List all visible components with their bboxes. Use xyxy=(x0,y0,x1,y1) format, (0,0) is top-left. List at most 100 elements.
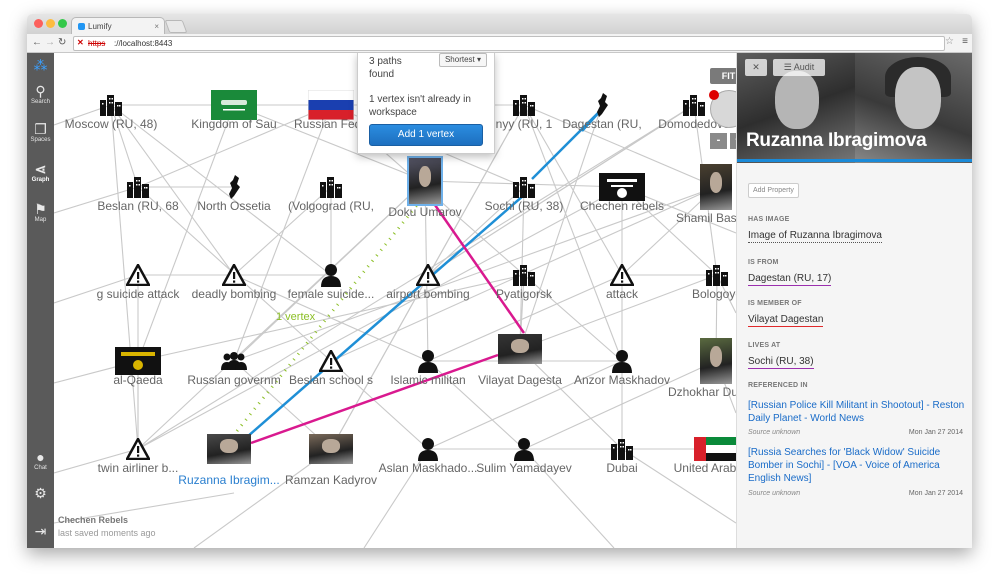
nav-logout[interactable]: ⇥ xyxy=(27,523,54,539)
relation-label: IS FROM xyxy=(748,259,779,266)
lumify-favicon-icon xyxy=(78,23,85,30)
browser-toolbar: ← → ↻ ✕ https ://localhost:8443 ☆ ≡ xyxy=(27,34,972,53)
close-detail-button[interactable]: ✕ xyxy=(745,59,767,76)
graph-node-label: Pyatigorsk xyxy=(495,287,553,301)
audit-button[interactable]: ☰ Audit xyxy=(773,59,825,76)
graph-node-alqaeda[interactable] xyxy=(115,347,161,375)
building-icon xyxy=(683,95,705,116)
nav-spaces[interactable]: ❐ Spaces xyxy=(27,121,54,143)
graph-node-russia[interactable] xyxy=(308,90,354,120)
nav-map[interactable]: ⚑ Map xyxy=(27,201,54,223)
reference-date: Mon Jan 27 2014 xyxy=(908,490,963,497)
graph-node-rusgov[interactable] xyxy=(221,352,247,370)
person-icon xyxy=(321,264,341,287)
reference-link[interactable]: [Russian Police Kill Militant in Shootou… xyxy=(748,399,966,425)
zoom-out-button[interactable]: - xyxy=(710,133,727,149)
graph-node-label: Beslan (RU, 68 xyxy=(97,199,179,213)
reload-icon[interactable]: ↻ xyxy=(58,36,66,50)
portrait-face-icon xyxy=(709,346,723,367)
graph-node-chechenrebels[interactable] xyxy=(599,173,645,201)
graph-node-beslan[interactable] xyxy=(126,175,150,199)
graph-node-sochi[interactable] xyxy=(512,175,536,199)
graph-node-uae[interactable] xyxy=(694,437,736,461)
graph-node-shamil[interactable] xyxy=(700,164,732,210)
list-icon: ☰ xyxy=(783,62,792,72)
lumify-logo-icon[interactable]: ⁂ xyxy=(27,57,54,73)
add-property-button[interactable]: Add Property xyxy=(748,183,799,198)
warning-icon xyxy=(416,264,440,286)
insecure-lock-icon: ✕ xyxy=(77,38,84,47)
add-vertex-button[interactable]: Add 1 vertex xyxy=(369,124,483,146)
graph-node-domodedovo[interactable] xyxy=(682,93,706,117)
reference-source-text: Source unknown xyxy=(748,490,801,497)
graph-node-pyatigorsk[interactable] xyxy=(512,263,536,287)
chat-bubble-icon: ● xyxy=(36,449,45,465)
graph-node-dagestan[interactable] xyxy=(594,92,610,118)
browser-menu-icon[interactable]: ≡ xyxy=(962,36,968,47)
graph-node-dzhokhar[interactable] xyxy=(700,338,732,384)
left-navigation: ⁂ ⚲ Search ❐ Spaces ⋖ Graph ⚑ Map ● Chat ⚙ ⇥ xyxy=(27,53,54,548)
graph-node-aslan[interactable] xyxy=(417,437,439,461)
detail-pane: ✕ ☰ Audit Ruzanna Ibragimova Add Propert… xyxy=(736,53,972,548)
maximize-window-button[interactable] xyxy=(58,19,67,28)
graph-node-label: nyy (RU, 1 xyxy=(495,117,553,131)
graph-node-label: g suicide attack xyxy=(96,287,180,301)
reference-source: Source unknown Mon Jan 27 2014 xyxy=(748,490,963,497)
graph-node-grozny[interactable] xyxy=(512,93,536,117)
graph-node-vilayat[interactable] xyxy=(498,334,542,364)
graph-node-doku[interactable] xyxy=(407,156,443,206)
graph-node-ramzan[interactable] xyxy=(309,434,353,464)
minimize-window-button[interactable] xyxy=(46,19,55,28)
workspace-info: Chechen Rebels last saved moments ago xyxy=(58,515,188,538)
graph-node-twin[interactable] xyxy=(126,438,150,460)
reference-link[interactable]: [Russia Searches for 'Black Widow' Suici… xyxy=(748,446,966,485)
fit-button[interactable]: FIT xyxy=(710,68,736,84)
graph-node-volgograd[interactable] xyxy=(319,175,343,199)
workspace-saved-status: last saved moments ago xyxy=(58,528,156,538)
path-edge-label: 1 vertex xyxy=(276,311,316,323)
tab-close-icon[interactable]: × xyxy=(154,18,159,35)
graph-node-suicide[interactable] xyxy=(126,264,150,286)
new-tab-button[interactable] xyxy=(164,20,188,33)
nav-chat[interactable]: ● Chat xyxy=(27,449,54,471)
bookmark-star-icon[interactable]: ☆ xyxy=(945,36,954,47)
building-icon xyxy=(127,177,149,198)
pan-handle-icon[interactable] xyxy=(709,90,719,100)
nav-graph[interactable]: ⋖ Graph xyxy=(27,161,54,183)
graph-node-ruzanna[interactable] xyxy=(207,434,251,464)
graph-node-attack[interactable] xyxy=(610,264,634,286)
browser-tab[interactable]: Lumify × xyxy=(71,17,165,35)
relation-value-link[interactable]: Sochi (RU, 38) xyxy=(748,356,814,369)
graph-node-nossetia[interactable] xyxy=(226,174,242,200)
graph-node-deadly[interactable] xyxy=(222,264,246,286)
close-window-button[interactable] xyxy=(34,19,43,28)
nav-search[interactable]: ⚲ Search xyxy=(27,83,54,105)
warning-icon xyxy=(610,264,634,286)
relation-value-link[interactable]: Vilayat Dagestan xyxy=(748,314,824,327)
graph-node-label: Russian governm xyxy=(187,373,281,387)
graph-node-dubai[interactable] xyxy=(610,437,634,461)
back-arrow-icon[interactable]: ← xyxy=(32,36,42,50)
saudi-flag-icon xyxy=(211,90,257,120)
graph-node-airport[interactable] xyxy=(416,264,440,286)
graph-node-label: Dubai xyxy=(606,461,638,475)
address-bar[interactable]: ✕ https ://localhost:8443 xyxy=(73,36,945,51)
relation-value-link[interactable]: Image of Ruzanna Ibragimova xyxy=(748,230,882,243)
graph-node-beslanschool[interactable] xyxy=(319,350,343,372)
graph-node-label: Chechen rebels xyxy=(579,199,665,213)
graph-node-female[interactable] xyxy=(320,263,342,287)
path-sort-select[interactable]: Shortest ▾ xyxy=(438,53,487,67)
building-icon xyxy=(320,177,342,198)
forward-arrow-icon[interactable]: → xyxy=(45,36,55,50)
graph-node-sulim[interactable] xyxy=(513,437,535,461)
relation-value-link[interactable]: Dagestan (RU, 17) xyxy=(748,273,832,286)
graph-node-islamic[interactable] xyxy=(417,349,439,373)
graph-node-saudi[interactable] xyxy=(211,90,257,120)
graph-canvas[interactable]: Moscow (RU, 48) Kingdom of Sau Russian Fed… xyxy=(54,53,736,548)
graph-node-bologoye[interactable] xyxy=(705,263,729,287)
graph-node-moscow[interactable] xyxy=(99,93,123,117)
russia-flag-icon xyxy=(308,90,354,120)
nav-settings[interactable]: ⚙ xyxy=(27,485,54,501)
find-path-popover: 3 paths found Shortest ▾ 1 vertex isn't … xyxy=(357,53,495,154)
graph-node-anzor[interactable] xyxy=(611,349,633,373)
